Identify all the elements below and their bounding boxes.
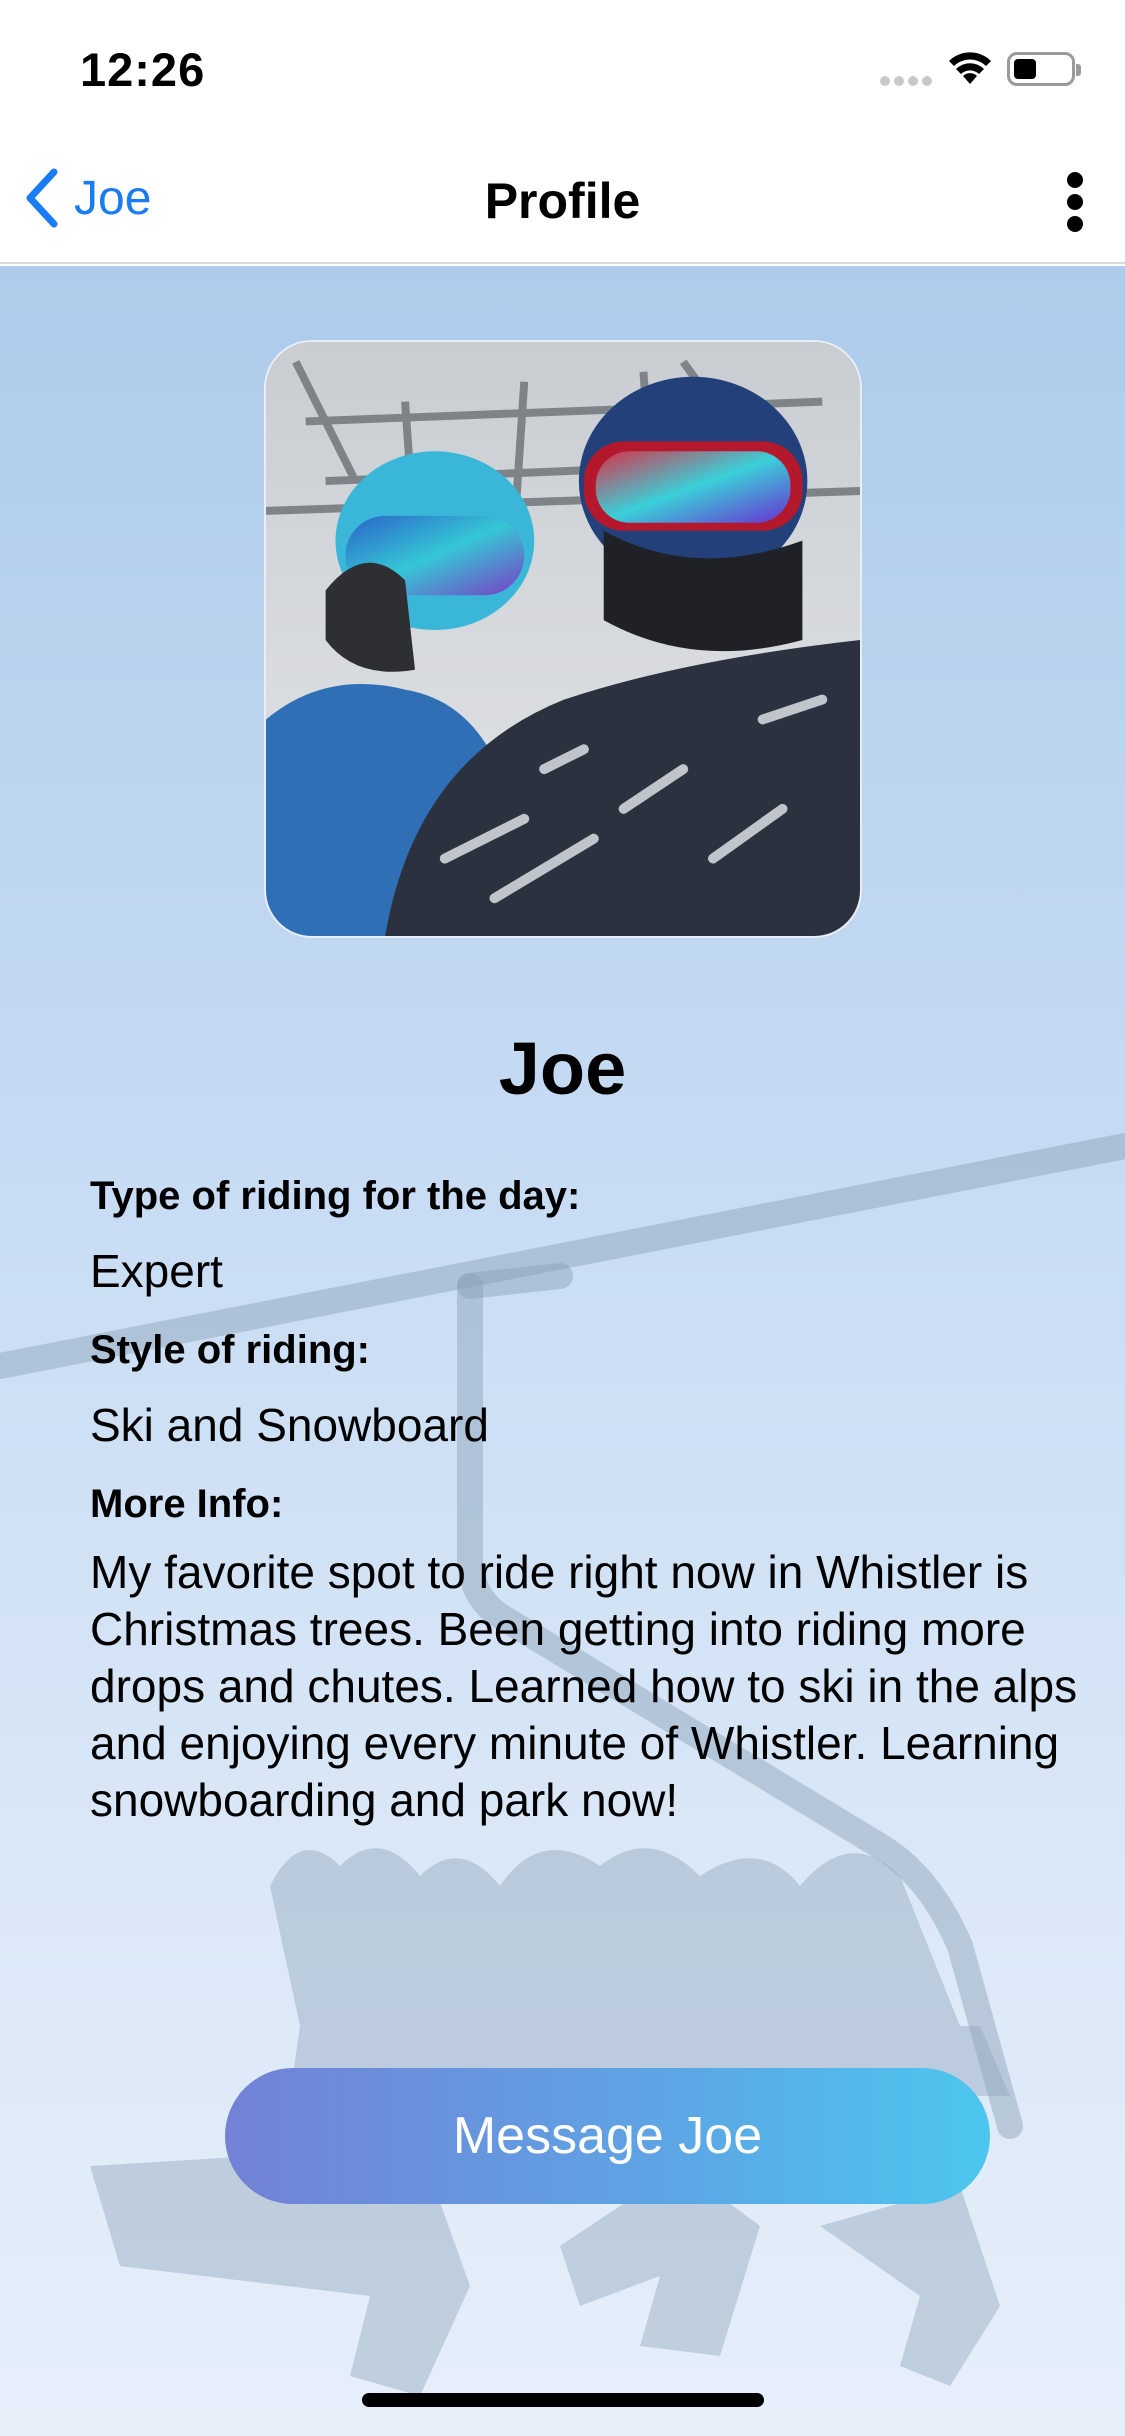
page-title: Profile — [484, 173, 641, 229]
more-info-text: My favorite spot to ride right now in Wh… — [90, 1546, 1078, 1826]
message-button[interactable]: Message Joe — [225, 2068, 990, 2204]
more-options-button[interactable] — [1060, 172, 1090, 232]
battery-icon — [1007, 52, 1081, 86]
home-indicator[interactable] — [362, 2393, 764, 2407]
riding-type-value: Expert — [90, 1245, 223, 1297]
cellular-signal-icon — [880, 76, 934, 86]
profile-photo — [264, 340, 862, 938]
more-vertical-icon — [1067, 172, 1083, 188]
profile-content: Joe Type of riding for the day: Expert S… — [0, 266, 1125, 2436]
profile-photo-image — [266, 342, 860, 936]
riding-style-label: Style of riding: — [90, 1328, 370, 1372]
profile-name: Joe — [498, 1027, 627, 1110]
riding-style-value: Ski and Snowboard — [90, 1399, 489, 1451]
more-info-label: More Info: — [90, 1482, 284, 1526]
status-time: 12:26 — [80, 43, 206, 96]
wifi-icon — [949, 52, 991, 84]
status-bar: 12:26 — [0, 0, 1125, 132]
riding-type-label: Type of riding for the day: — [90, 1174, 581, 1218]
navigation-bar: Joe Profile — [0, 132, 1125, 264]
